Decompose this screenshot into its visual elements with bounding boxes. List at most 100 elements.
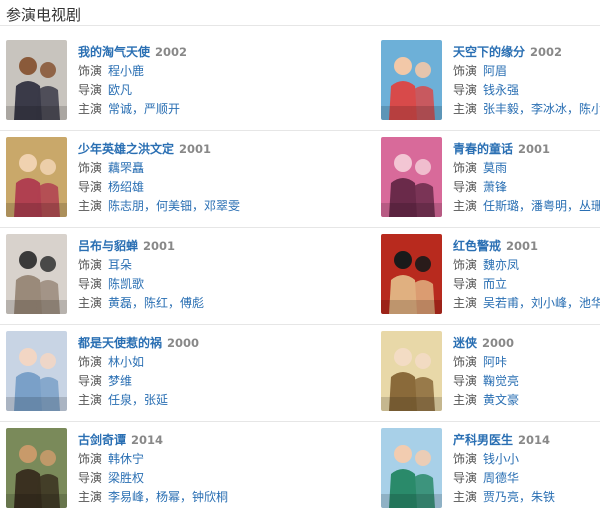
- cast-label: 主演: [453, 199, 478, 213]
- director-link[interactable]: 杨绍雄: [108, 180, 144, 194]
- director-link[interactable]: 钱永强: [483, 83, 519, 97]
- director-link[interactable]: 陈凯歌: [108, 277, 144, 291]
- role-link[interactable]: 林小如: [108, 355, 144, 369]
- director-link[interactable]: 欧凡: [108, 83, 132, 97]
- drama-year: 2001: [506, 239, 539, 253]
- drama-title-link[interactable]: 都是天使惹的祸: [78, 336, 162, 350]
- role-label: 饰演: [78, 355, 103, 369]
- director-link[interactable]: 萧锋: [483, 180, 507, 194]
- drama-cast-row: 主演 黄文豪: [453, 391, 600, 410]
- drama-title-link[interactable]: 产科男医生: [453, 433, 513, 447]
- drama-info: 少年英雄之洪文定 2001 饰演 藕罘矗 导演 杨绍雄 主演 陈志朋，何美钿，邓翠雯: [78, 140, 278, 216]
- cast-link[interactable]: 任泉，张延: [108, 393, 168, 407]
- role-link[interactable]: 耳朵: [108, 258, 132, 272]
- drama-card[interactable]: 迷侠 2000 饰演 阿咔 导演 鞠觉亮 主演 黄文豪: [381, 331, 600, 413]
- drama-card[interactable]: 都是天使惹的祸 2000 饰演 林小如 导演 梦维 主演 任泉，张延: [6, 331, 266, 413]
- role-link[interactable]: 程小鹿: [108, 64, 144, 78]
- drama-title-link[interactable]: 古剑奇谭: [78, 433, 126, 447]
- drama-card[interactable]: 古剑奇谭 2014 饰演 韩休宁 导演 梁胜权 主演 李易峰，杨幂，钟欣桐: [6, 428, 266, 510]
- cast-link[interactable]: 吴若甫，刘小峰，池华琼: [483, 296, 600, 310]
- drama-year: 2002: [530, 45, 563, 59]
- drama-director-row: 导演 萧锋: [453, 178, 600, 197]
- director-link[interactable]: 而立: [483, 277, 507, 291]
- director-link[interactable]: 梁胜权: [108, 471, 144, 485]
- drama-card[interactable]: 天空下的缘分 2002 饰演阿眉导演钱永强主演张丰毅，李冰冰，陈小春: [381, 40, 600, 122]
- drama-year: 2014: [131, 433, 164, 447]
- role-link[interactable]: 魏亦凤: [483, 258, 519, 272]
- drama-card[interactable]: 吕布与貂蝉 2001 饰演 耳朵 导演 陈凯歌 主演 黄磊，陈红，傅彪: [6, 234, 266, 316]
- drama-poster-image[interactable]: [6, 428, 67, 508]
- drama-poster-image[interactable]: [381, 331, 442, 411]
- role-label: 饰演: [78, 452, 103, 466]
- drama-title-link[interactable]: 青春的童话: [453, 142, 513, 156]
- director-link[interactable]: 梦维: [108, 374, 132, 388]
- role-link[interactable]: 阿眉: [483, 64, 507, 78]
- cast-label: 主演: [453, 296, 478, 310]
- role-link[interactable]: 阿咔: [483, 355, 507, 369]
- role-label: 饰演: [78, 161, 103, 175]
- drama-title-link[interactable]: 我的淘气天使: [78, 45, 150, 59]
- cast-link[interactable]: 黄磊，陈红，傅彪: [108, 296, 204, 310]
- drama-year: 2000: [482, 336, 515, 350]
- cast-link[interactable]: 黄文豪: [483, 393, 519, 407]
- cast-link[interactable]: 李易峰，杨幂，钟欣桐: [108, 490, 228, 504]
- drama-info: 迷侠 2000 饰演 阿咔 导演 鞠觉亮 主演 黄文豪: [453, 334, 600, 410]
- role-label: 饰演: [453, 64, 478, 78]
- drama-info: 产科男医生 2014 饰演 钱小小 导演 周德华 主演 贾乃亮，朱铁: [453, 431, 600, 507]
- director-label: 导演: [453, 277, 478, 291]
- role-link[interactable]: 韩休宁: [108, 452, 144, 466]
- cast-label: 主演: [453, 490, 478, 504]
- cast-link[interactable]: 任斯璐，潘粤明，丛珊: [483, 199, 600, 213]
- role-label: 饰演: [78, 258, 103, 272]
- drama-grid: 我的淘气天使 2002 饰演 程小鹿 导演 欧凡 主演 常诚，严顺开 天空下的缘分 2002 饰演阿…: [0, 34, 600, 511]
- cast-link[interactable]: 常诚，严顺开: [108, 102, 180, 116]
- drama-row: 古剑奇谭 2014 饰演 韩休宁 导演 梁胜权 主演 李易峰，杨幂，钟欣桐 产科男医生 2014 饰…: [0, 422, 600, 511]
- drama-title-link[interactable]: 迷侠: [453, 336, 477, 350]
- cast-link[interactable]: 贾乃亮，朱铁: [483, 490, 555, 504]
- drama-year: 2001: [179, 142, 212, 156]
- drama-director-row: 导演 钱永强: [453, 81, 600, 100]
- drama-title-link[interactable]: 少年英雄之洪文定: [78, 142, 174, 156]
- cast-link[interactable]: 张丰毅，李冰冰，陈小春: [483, 102, 600, 116]
- drama-cast-row: 主演 李易峰，杨幂，钟欣桐: [78, 488, 278, 507]
- drama-info: 吕布与貂蝉 2001 饰演 耳朵 导演 陈凯歌 主演 黄磊，陈红，傅彪: [78, 237, 278, 313]
- drama-director-row: 导演 鞠觉亮: [453, 372, 600, 391]
- role-link[interactable]: 藕罘矗: [108, 161, 144, 175]
- director-link[interactable]: 周德华: [483, 471, 519, 485]
- role-link[interactable]: 莫雨: [483, 161, 507, 175]
- drama-director-row: 导演 梦维: [78, 372, 278, 391]
- drama-poster-image[interactable]: [381, 40, 442, 120]
- drama-row: 都是天使惹的祸 2000 饰演 林小如 导演 梦维 主演 任泉，张延 迷侠 2000 饰演 阿咔 导演鞠…: [0, 325, 600, 422]
- drama-title-line: 吕布与貂蝉 2001: [78, 237, 278, 256]
- drama-title-link[interactable]: 红色警戒: [453, 239, 501, 253]
- drama-row: 吕布与貂蝉 2001 饰演 耳朵 导演 陈凯歌 主演 黄磊，陈红，傅彪 红色警戒 2001 饰演 魏亦…: [0, 228, 600, 325]
- cast-link[interactable]: 陈志朋，何美钿，邓翠雯: [108, 199, 240, 213]
- drama-title-link[interactable]: 吕布与貂蝉: [78, 239, 138, 253]
- drama-poster-image[interactable]: [381, 137, 442, 217]
- drama-role-row: 饰演 钱小小: [453, 450, 600, 469]
- drama-director-row: 导演 杨绍雄: [78, 178, 278, 197]
- drama-title-link[interactable]: 天空下的缘分: [453, 45, 525, 59]
- drama-year: 2001: [518, 142, 551, 156]
- drama-title-line: 迷侠 2000: [453, 334, 600, 353]
- drama-cast-row: 主演张丰毅，李冰冰，陈小春: [453, 100, 600, 119]
- drama-card[interactable]: 青春的童话 2001 饰演 莫雨 导演 萧锋 主演 任斯璐，潘粤明，丛珊: [381, 137, 600, 219]
- drama-card[interactable]: 产科男医生 2014 饰演 钱小小 导演 周德华 主演 贾乃亮，朱铁: [381, 428, 600, 510]
- drama-role-row: 饰演 阿咔: [453, 353, 600, 372]
- director-link[interactable]: 鞠觉亮: [483, 374, 519, 388]
- cast-label: 主演: [78, 296, 103, 310]
- drama-poster-image[interactable]: [6, 137, 67, 217]
- drama-poster-image[interactable]: [381, 428, 442, 508]
- drama-poster-image[interactable]: [6, 234, 67, 314]
- drama-poster-image[interactable]: [381, 234, 442, 314]
- drama-card[interactable]: 我的淘气天使 2002 饰演 程小鹿 导演 欧凡 主演 常诚，严顺开: [6, 40, 266, 122]
- drama-role-row: 饰演 林小如: [78, 353, 278, 372]
- director-label: 导演: [78, 471, 103, 485]
- drama-poster-image[interactable]: [6, 331, 67, 411]
- role-link[interactable]: 钱小小: [483, 452, 519, 466]
- role-label: 饰演: [453, 258, 478, 272]
- drama-card[interactable]: 少年英雄之洪文定 2001 饰演 藕罘矗 导演 杨绍雄 主演 陈志朋，何美钿，邓翠雯: [6, 137, 266, 219]
- drama-poster-image[interactable]: [6, 40, 67, 120]
- drama-title-line: 产科男医生 2014: [453, 431, 600, 450]
- drama-card[interactable]: 红色警戒 2001 饰演魏亦凤导演而立主演吴若甫，刘小峰，池华琼: [381, 234, 600, 316]
